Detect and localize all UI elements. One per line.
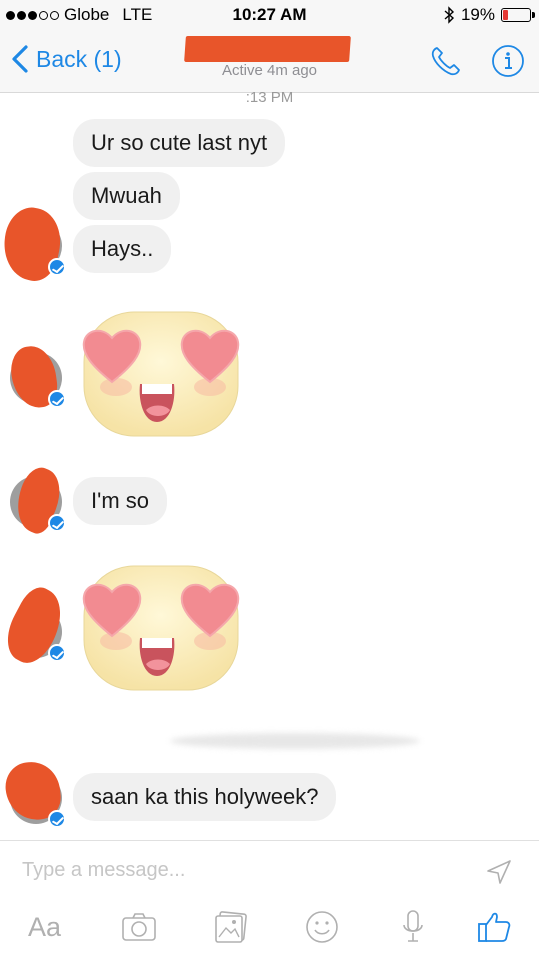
- redacted-timestamp: [170, 733, 420, 749]
- messenger-badge-icon: [48, 810, 66, 828]
- messenger-badge-icon: [48, 390, 66, 408]
- avatar[interactable]: [0, 581, 74, 671]
- info-icon[interactable]: [491, 44, 525, 78]
- timestamp: :13 PM: [245, 89, 294, 106]
- composer-toolbar: Aa: [0, 909, 539, 949]
- battery-percent: 19%: [460, 5, 495, 24]
- avatar[interactable]: [7, 462, 69, 538]
- composer: Aa: [0, 840, 539, 960]
- battery-icon: [501, 8, 535, 22]
- like-icon[interactable]: [476, 909, 512, 945]
- avatar[interactable]: [0, 202, 67, 286]
- status-bar: Globe LTE 10:27 AM 19%: [0, 0, 539, 30]
- message-bubble[interactable]: I'm so: [73, 477, 167, 525]
- message-bubble[interactable]: Hays..: [73, 225, 172, 273]
- messenger-badge-icon: [48, 514, 66, 532]
- conversation-header: Back (1) Active 4m ago: [0, 30, 539, 93]
- avatar[interactable]: [7, 343, 66, 411]
- text-format-icon[interactable]: Aa: [28, 909, 61, 945]
- message-bubble[interactable]: Ur so cute last nyt: [73, 119, 286, 167]
- heart-eyes-sticker[interactable]: [78, 302, 246, 442]
- message-input[interactable]: [22, 859, 442, 882]
- status-right: 19%: [443, 5, 535, 25]
- heart-eyes-sticker[interactable]: [78, 556, 246, 696]
- message-bubble[interactable]: Mwuah: [73, 172, 180, 220]
- avatar[interactable]: [3, 759, 66, 828]
- phone-icon[interactable]: [429, 44, 463, 78]
- message-bubble[interactable]: saan ka this holyweek?: [73, 773, 337, 821]
- gallery-icon[interactable]: [213, 909, 249, 945]
- battery-level: [503, 10, 509, 20]
- emoji-icon[interactable]: [304, 909, 340, 945]
- microphone-icon[interactable]: [400, 909, 426, 945]
- messenger-badge-icon: [48, 644, 66, 662]
- send-icon[interactable]: [484, 857, 514, 887]
- bluetooth-icon: [444, 6, 454, 24]
- camera-icon[interactable]: [120, 909, 158, 945]
- contact-name-redaction: [184, 36, 351, 62]
- messenger-badge-icon: [48, 258, 66, 276]
